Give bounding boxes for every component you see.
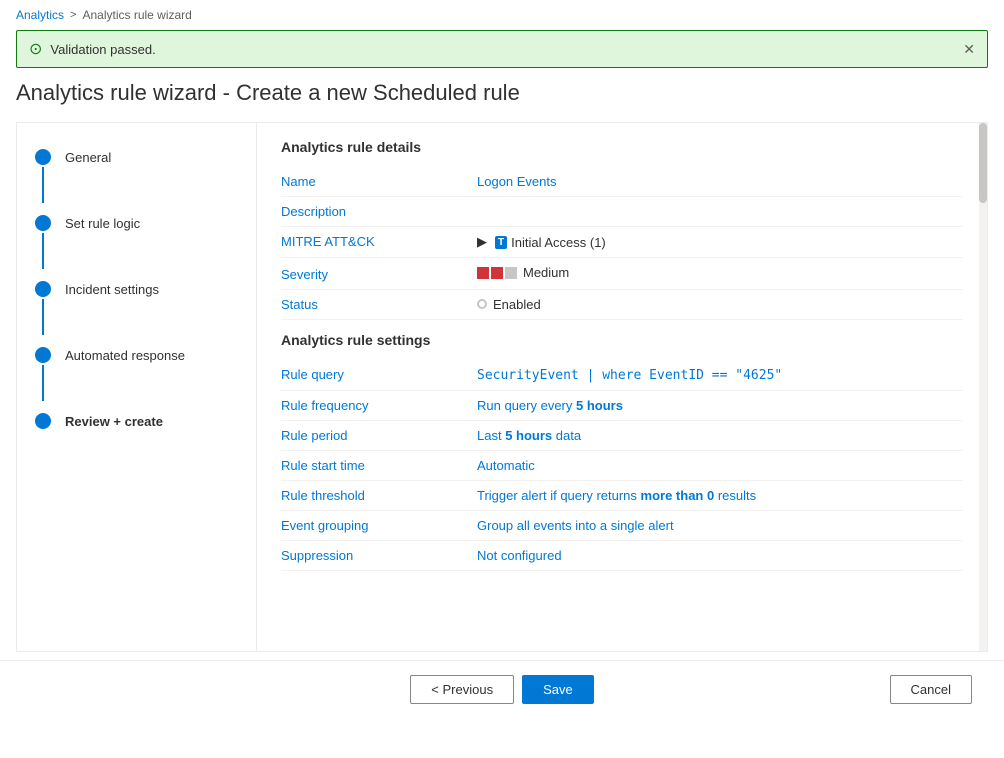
step-line-4 bbox=[42, 365, 44, 401]
step-line-3 bbox=[42, 299, 44, 335]
rule-threshold-bold: more than 0 bbox=[641, 488, 715, 503]
step-general[interactable]: General bbox=[33, 143, 240, 209]
detail-row-suppression: Suppression Not configured bbox=[281, 541, 963, 571]
value-rule-query: SecurityEvent | where EventID == "4625" bbox=[477, 368, 963, 383]
step-label-review: Review + create bbox=[65, 413, 163, 429]
label-status: Status bbox=[281, 297, 461, 312]
value-rule-frequency: Run query every 5 hours bbox=[477, 398, 963, 413]
step-automated-response[interactable]: Automated response bbox=[33, 341, 240, 407]
label-rule-period: Rule period bbox=[281, 428, 461, 443]
value-status: Enabled bbox=[477, 297, 963, 313]
step-circle-general bbox=[35, 149, 51, 165]
severity-block-2 bbox=[491, 267, 503, 279]
step-incident-settings[interactable]: Incident settings bbox=[33, 275, 240, 341]
wizard-content: Analytics rule details Name Logon Events… bbox=[257, 123, 987, 587]
label-description: Description bbox=[281, 204, 461, 219]
severity-text: Medium bbox=[523, 265, 569, 280]
detail-row-severity: Severity Medium bbox=[281, 258, 963, 290]
label-suppression: Suppression bbox=[281, 548, 461, 563]
label-severity: Severity bbox=[281, 267, 461, 282]
settings-section-header: Analytics rule settings bbox=[281, 332, 963, 348]
label-rule-frequency: Rule frequency bbox=[281, 398, 461, 413]
label-rule-threshold: Rule threshold bbox=[281, 488, 461, 503]
detail-row-description: Description bbox=[281, 197, 963, 227]
detail-row-rule-frequency: Rule frequency Run query every 5 hours bbox=[281, 391, 963, 421]
severity-block-3 bbox=[505, 267, 517, 279]
status-text: Enabled bbox=[493, 297, 541, 312]
value-suppression: Not configured bbox=[477, 548, 963, 563]
step-circle-rule-logic bbox=[35, 215, 51, 231]
value-severity: Medium bbox=[477, 265, 963, 282]
breadcrumb-parent[interactable]: Analytics bbox=[16, 8, 64, 22]
value-rule-period: Last 5 hours data bbox=[477, 428, 963, 443]
detail-row-rule-start-time: Rule start time Automatic bbox=[281, 451, 963, 481]
label-event-grouping: Event grouping bbox=[281, 518, 461, 533]
label-name: Name bbox=[281, 174, 461, 189]
step-circle-incident bbox=[35, 281, 51, 297]
step-set-rule-logic[interactable]: Set rule logic bbox=[33, 209, 240, 275]
step-review-create[interactable]: Review + create bbox=[33, 407, 240, 435]
detail-row-name: Name Logon Events bbox=[281, 167, 963, 197]
step-label-incident: Incident settings bbox=[65, 281, 159, 297]
step-label-general: General bbox=[65, 149, 111, 165]
footer-bar: < Previous Save Cancel bbox=[0, 660, 1004, 718]
step-circle-automated bbox=[35, 347, 51, 363]
detail-row-mitre: MITRE ATT&CK ▶ T Initial Access (1) bbox=[281, 227, 963, 258]
step-label-automated: Automated response bbox=[65, 347, 185, 363]
scrollbar-thumb[interactable] bbox=[979, 123, 987, 203]
wizard-container: General Set rule logic Incident settings bbox=[16, 122, 988, 652]
detail-row-rule-threshold: Rule threshold Trigger alert if query re… bbox=[281, 481, 963, 511]
severity-block-1 bbox=[477, 267, 489, 279]
mitre-tag: ▶ T Initial Access (1) bbox=[477, 234, 606, 250]
detail-row-rule-period: Rule period Last 5 hours data bbox=[281, 421, 963, 451]
previous-button[interactable]: < Previous bbox=[410, 675, 514, 704]
step-line-2 bbox=[42, 233, 44, 269]
label-mitre: MITRE ATT&CK bbox=[281, 234, 461, 249]
detail-row-rule-query: Rule query SecurityEvent | where EventID… bbox=[281, 360, 963, 391]
step-label-rule-logic: Set rule logic bbox=[65, 215, 140, 231]
breadcrumb-separator: > bbox=[70, 9, 76, 21]
value-mitre: ▶ T Initial Access (1) bbox=[477, 234, 963, 250]
close-icon[interactable]: ✕ bbox=[963, 41, 975, 58]
step-line-1 bbox=[42, 167, 44, 203]
rule-frequency-bold: 5 hours bbox=[576, 398, 623, 413]
rule-period-bold: 5 hours bbox=[505, 428, 552, 443]
severity-blocks bbox=[477, 267, 517, 279]
wizard-content-wrapper: Analytics rule details Name Logon Events… bbox=[257, 123, 987, 651]
footer-inner: < Previous Save Cancel bbox=[16, 675, 988, 704]
breadcrumb: Analytics > Analytics rule wizard bbox=[0, 0, 1004, 30]
scrollbar-track[interactable] bbox=[979, 123, 987, 651]
mitre-tag-icon: T bbox=[495, 236, 507, 249]
save-button[interactable]: Save bbox=[522, 675, 594, 704]
value-rule-start-time: Automatic bbox=[477, 458, 963, 473]
step-circle-review bbox=[35, 413, 51, 429]
mitre-value: Initial Access (1) bbox=[511, 235, 606, 250]
status-dot-circle bbox=[477, 299, 487, 309]
label-rule-query: Rule query bbox=[281, 367, 461, 382]
cancel-button[interactable]: Cancel bbox=[890, 675, 972, 704]
validation-message: Validation passed. bbox=[50, 42, 155, 57]
severity-indicator: Medium bbox=[477, 265, 569, 280]
detail-row-status: Status Enabled bbox=[281, 290, 963, 321]
label-rule-start-time: Rule start time bbox=[281, 458, 461, 473]
value-rule-threshold: Trigger alert if query returns more than… bbox=[477, 488, 963, 503]
wizard-sidebar: General Set rule logic Incident settings bbox=[17, 123, 257, 651]
detail-row-event-grouping: Event grouping Group all events into a s… bbox=[281, 511, 963, 541]
page-title: Analytics rule wizard - Create a new Sch… bbox=[0, 68, 1004, 122]
value-name: Logon Events bbox=[477, 174, 963, 189]
validation-banner: ⊙ Validation passed. ✕ bbox=[16, 30, 988, 68]
details-section-header: Analytics rule details bbox=[281, 139, 963, 155]
status-dot: Enabled bbox=[477, 297, 541, 312]
breadcrumb-current: Analytics rule wizard bbox=[82, 8, 191, 22]
check-icon: ⊙ bbox=[29, 39, 42, 59]
value-event-grouping: Group all events into a single alert bbox=[477, 518, 963, 533]
